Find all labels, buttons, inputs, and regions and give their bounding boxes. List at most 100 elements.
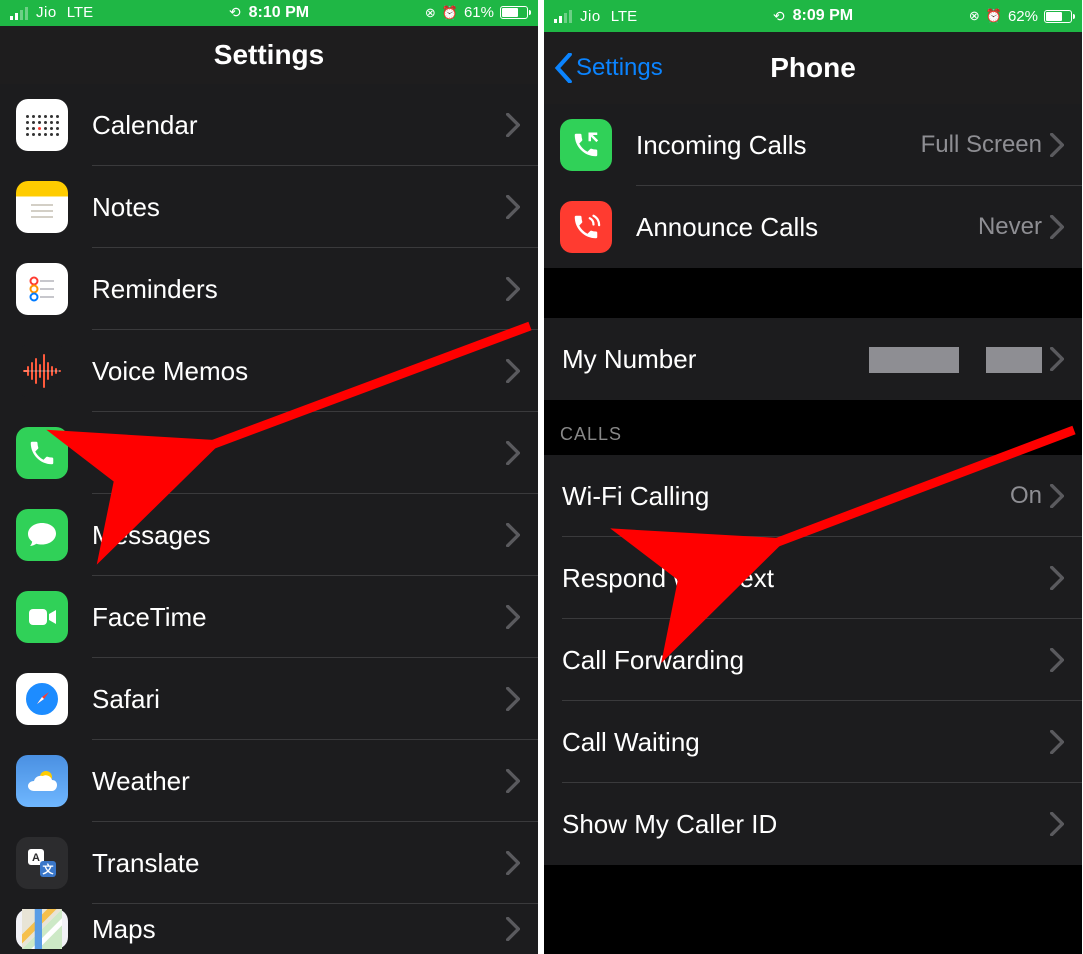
announce-calls-icon [560,201,612,253]
nav-header: Settings Phone [544,32,1082,104]
back-label: Settings [576,54,663,82]
calendar-icon [16,99,68,151]
chevron-right-icon [506,359,520,383]
messages-icon [16,509,68,561]
battery-percent: 61% [464,4,494,21]
section-header-calls: CALLS [544,400,1082,455]
chevron-right-icon [1050,812,1064,836]
translate-icon: A文 [16,837,68,889]
status-time: 8:10 PM [249,4,309,22]
chevron-right-icon [506,523,520,547]
row-maps[interactable]: Maps [0,904,538,954]
carrier-label: Jio [36,4,57,21]
row-value-redacted [869,345,1042,373]
chevron-right-icon [506,917,520,941]
carrier-label: Jio [580,8,601,25]
chevron-right-icon [506,605,520,629]
chevron-right-icon [506,113,520,137]
row-weather[interactable]: Weather [0,740,538,822]
row-label: Respond with Text [562,563,1050,594]
row-notes[interactable]: Notes [0,166,538,248]
chevron-right-icon [506,687,520,711]
orientation-lock-icon: ⊗ [425,5,436,21]
row-reminders[interactable]: Reminders [0,248,538,330]
row-my-number[interactable]: My Number [544,318,1082,400]
right-screenshot: Jio LTE ⟲ 8:09 PM ⊗ ⏰ 62% Settings Phone [544,0,1082,954]
chevron-right-icon [1050,648,1064,672]
back-button[interactable]: Settings [554,53,663,83]
chevron-right-icon [506,441,520,465]
status-bar: Jio LTE ⟲ 8:10 PM ⊗ ⏰ 61% [0,0,538,26]
row-label: Notes [92,192,506,223]
status-bar: Jio LTE ⟲ 8:09 PM ⊗ ⏰ 62% [544,0,1082,32]
page-title: Phone [770,52,856,84]
svg-text:文: 文 [43,862,55,876]
svg-text:A: A [32,852,40,864]
chevron-right-icon [1050,484,1064,508]
battery-icon [500,6,528,19]
row-translate[interactable]: A文 Translate [0,822,538,904]
row-label: Safari [92,684,506,715]
row-value: Full Screen [921,131,1042,159]
chevron-right-icon [1050,133,1064,157]
row-label: Translate [92,848,506,879]
voice-memos-icon [16,345,68,397]
row-announce-calls[interactable]: Announce Calls Never [544,186,1082,268]
row-label: Messages [92,520,506,551]
row-label: Maps [92,914,506,945]
row-value: Never [978,213,1042,241]
network-label: LTE [611,8,637,25]
nav-header: Settings [0,26,538,84]
row-voice-memos[interactable]: Voice Memos [0,330,538,412]
orientation-lock-icon: ⊗ [969,8,980,24]
row-safari[interactable]: Safari [0,658,538,740]
chevron-right-icon [1050,347,1064,371]
page-title: Settings [214,39,324,71]
row-label: Call Forwarding [562,645,1050,676]
row-phone[interactable]: Phone [0,412,538,494]
incoming-call-icon [560,119,612,171]
row-label: Incoming Calls [636,130,921,161]
row-value: On [1010,482,1042,510]
row-show-my-caller-id[interactable]: Show My Caller ID [544,783,1082,865]
row-messages[interactable]: Messages [0,494,538,576]
chevron-right-icon [506,195,520,219]
notes-icon [16,181,68,233]
phone-icon [16,427,68,479]
row-wifi-calling[interactable]: Wi-Fi Calling On [544,455,1082,537]
row-label: Show My Caller ID [562,809,1050,840]
chevron-right-icon [506,769,520,793]
row-label: Reminders [92,274,506,305]
row-label: Weather [92,766,506,797]
maps-icon [16,909,68,949]
signal-icon [10,6,28,20]
row-label: Wi-Fi Calling [562,481,1010,512]
row-label: Call Waiting [562,727,1050,758]
row-label: Phone [92,438,506,469]
row-facetime[interactable]: FaceTime [0,576,538,658]
signal-icon [554,9,572,23]
phone-settings-list[interactable]: Incoming Calls Full Screen Announce Call… [544,104,1082,954]
battery-percent: 62% [1008,8,1038,25]
row-label: Announce Calls [636,212,978,243]
chevron-right-icon [1050,730,1064,754]
row-call-forwarding[interactable]: Call Forwarding [544,619,1082,701]
row-call-waiting[interactable]: Call Waiting [544,701,1082,783]
battery-icon [1044,10,1072,23]
row-label: My Number [562,344,869,375]
settings-list[interactable]: Calendar Notes [0,84,538,954]
left-screenshot: Jio LTE ⟲ 8:10 PM ⊗ ⏰ 61% Settings [0,0,538,954]
row-label: Voice Memos [92,356,506,387]
row-label: FaceTime [92,602,506,633]
status-time: 8:09 PM [793,7,853,25]
row-label: Calendar [92,110,506,141]
safari-icon [16,673,68,725]
alarm-icon: ⏰ [442,5,458,21]
row-respond-with-text[interactable]: Respond with Text [544,537,1082,619]
chevron-right-icon [506,851,520,875]
row-incoming-calls[interactable]: Incoming Calls Full Screen [544,104,1082,186]
hotspot-icon: ⟲ [229,4,241,21]
row-calendar[interactable]: Calendar [0,84,538,166]
network-label: LTE [67,4,93,21]
chevron-right-icon [1050,215,1064,239]
